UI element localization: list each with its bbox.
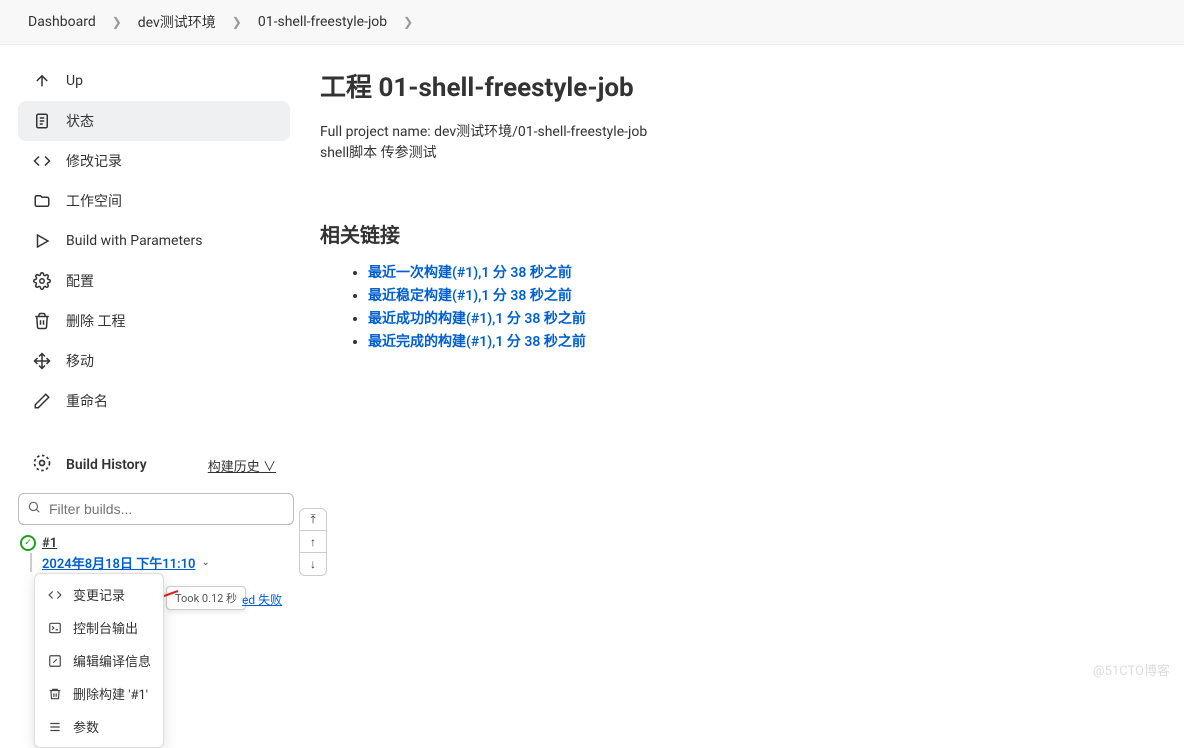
related-link[interactable]: 最近一次构建(#1),1 分 38 秒之前 [368, 265, 572, 281]
search-icon [27, 500, 41, 518]
sidebar-item-delete-project[interactable]: 删除 工程 [18, 301, 290, 341]
page-title: 工程 01-shell-freestyle-job [320, 67, 1164, 104]
chevron-down-icon[interactable]: ⌄ [201, 557, 209, 568]
chevron-right-icon: ❯ [106, 15, 128, 29]
sidebar-item-workspace[interactable]: 工作空间 [18, 181, 290, 221]
code-icon [32, 151, 52, 171]
sidebar: Up 状态 修改记录 工作空间 Build with Parameters [0, 45, 300, 584]
success-icon: ✓ [20, 535, 36, 551]
sidebar-item-label: 重命名 [66, 391, 108, 411]
build-context-menu: 变更记录 控制台输出 编辑编译信息 删除构建 '#1' 参数 [34, 573, 164, 748]
move-icon [32, 351, 52, 371]
related-links-heading: 相关链接 [320, 219, 1164, 248]
menu-item-edit-build-info[interactable]: 编辑编译信息 [35, 644, 163, 677]
sidebar-item-rename[interactable]: 重命名 [18, 381, 290, 421]
menu-item-parameters[interactable]: 参数 [35, 710, 163, 743]
feed-failure-link[interactable]: ed 失败 [242, 591, 282, 608]
breadcrumb-item-dashboard[interactable]: Dashboard [22, 12, 102, 32]
menu-item-delete-build[interactable]: 删除构建 '#1' [35, 677, 163, 710]
trash-icon [32, 311, 52, 331]
arrow-up-icon [32, 71, 52, 91]
document-icon [32, 111, 52, 131]
sidebar-item-label: 移动 [66, 351, 94, 371]
project-full-name: Full project name: dev测试环境/01-shell-free… [320, 122, 1164, 143]
related-links-list: 最近一次构建(#1),1 分 38 秒之前 最近稳定构建(#1),1 分 38 … [320, 262, 1164, 351]
folder-icon [32, 191, 52, 211]
build-history-header: Build History 构建历史 ∨ [18, 443, 290, 487]
sidebar-item-move[interactable]: 移动 [18, 341, 290, 381]
menu-item-changes[interactable]: 变更记录 [35, 578, 163, 611]
history-icon [32, 453, 52, 477]
menu-item-console[interactable]: 控制台输出 [35, 611, 163, 644]
edit-icon [32, 391, 52, 411]
arrow-first[interactable]: ⤒ [300, 509, 326, 531]
code-icon [47, 587, 63, 603]
build-date-link[interactable]: 2024年8月18日 下午11:10 [42, 553, 195, 572]
menu-item-label: 控制台输出 [73, 618, 138, 637]
play-icon [32, 231, 52, 251]
sidebar-item-status[interactable]: 状态 [18, 101, 290, 141]
sidebar-item-configure[interactable]: 配置 [18, 261, 290, 301]
edit-square-icon [47, 653, 63, 669]
sidebar-item-label: 修改记录 [66, 151, 122, 171]
menu-item-label: 编辑编译信息 [73, 651, 151, 670]
menu-item-label: 变更记录 [73, 585, 125, 604]
related-link[interactable]: 最近完成的构建(#1),1 分 38 秒之前 [368, 334, 586, 350]
watermark: @51CTO博客 [1093, 660, 1170, 679]
sidebar-item-changes[interactable]: 修改记录 [18, 141, 290, 181]
sidebar-item-label: 删除 工程 [66, 311, 125, 331]
arrow-up[interactable]: ↑ [300, 531, 326, 553]
build-history-title: Build History [66, 457, 147, 473]
sidebar-item-label: 配置 [66, 271, 94, 291]
sidebar-item-label: Up [66, 73, 83, 89]
took-badge: Took 0.12 秒 [166, 586, 246, 610]
sidebar-item-up[interactable]: Up [18, 61, 290, 101]
trash-icon [47, 686, 63, 702]
main-content: 工程 01-shell-freestyle-job Full project n… [300, 45, 1184, 584]
filter-builds-input[interactable] [18, 493, 294, 525]
sidebar-item-label: 状态 [66, 111, 94, 131]
breadcrumb: Dashboard ❯ dev测试环境 ❯ 01-shell-freestyle… [0, 0, 1184, 45]
chevron-right-icon: ❯ [397, 15, 419, 29]
gear-icon [32, 271, 52, 291]
list-icon [47, 719, 63, 735]
nav-arrow-group: ⤒ ↑ ↓ [299, 508, 327, 576]
sidebar-item-label: Build with Parameters [66, 233, 202, 249]
build-history-trend-link[interactable]: 构建历史 ∨ [208, 456, 276, 475]
arrow-down[interactable]: ↓ [300, 553, 326, 575]
build-number-link[interactable]: #1 [42, 536, 57, 551]
sidebar-item-build-with-params[interactable]: Build with Parameters [18, 221, 290, 261]
menu-item-label: 参数 [73, 717, 99, 736]
breadcrumb-item-folder[interactable]: dev测试环境 [132, 10, 222, 34]
terminal-icon [47, 620, 63, 636]
chevron-right-icon: ❯ [226, 15, 248, 29]
project-description: shell脚本 传参测试 [320, 143, 1164, 164]
sidebar-item-label: 工作空间 [66, 191, 122, 211]
breadcrumb-item-job[interactable]: 01-shell-freestyle-job [252, 12, 393, 32]
related-link[interactable]: 最近成功的构建(#1),1 分 38 秒之前 [368, 311, 586, 327]
related-link[interactable]: 最近稳定构建(#1),1 分 38 秒之前 [368, 288, 572, 304]
